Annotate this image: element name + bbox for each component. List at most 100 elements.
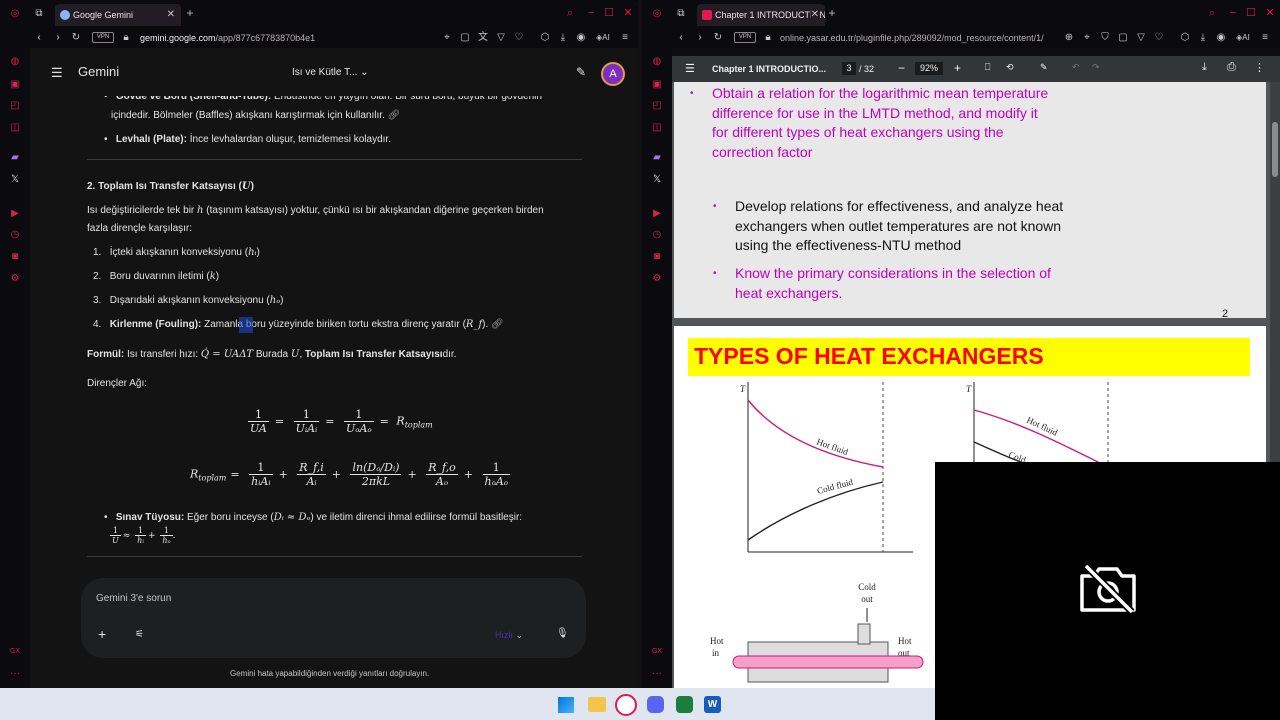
translate-icon[interactable]: 文 (476, 31, 490, 45)
zoom-level-input[interactable]: 92% (915, 62, 943, 75)
sidebar-pinboard-icon[interactable]: ◙ (9, 251, 21, 263)
tab-chapter-1[interactable]: Chapter 1 INTRODUCTION ✕ (697, 4, 825, 26)
sidebar-more-icon[interactable]: ··· (651, 668, 663, 680)
ai-icon[interactable]: ◈AI (592, 31, 614, 45)
sidebar-twitch-icon[interactable]: ▰ (9, 152, 21, 164)
menu-icon[interactable]: ≡ (1258, 31, 1272, 45)
tools-icon[interactable]: ⚟ (135, 628, 144, 642)
tab-google-gemini[interactable]: Google Gemini ✕ (55, 4, 181, 26)
pin-icon[interactable]: ⌖ (440, 31, 454, 45)
opera-logo-icon[interactable]: ◎ (650, 7, 664, 21)
lock-icon[interactable]: 🔒︎ (761, 31, 775, 45)
forward-icon[interactable]: › (693, 31, 707, 45)
redo-icon[interactable]: ↷ (1092, 62, 1100, 73)
opera-gx-taskbar-icon[interactable] (615, 694, 637, 716)
sidebar-gx-icon[interactable]: GX (651, 646, 663, 658)
reload-icon[interactable]: ↻ (69, 31, 83, 45)
snapshot-icon[interactable]: ▢ (458, 31, 472, 45)
new-chat-icon[interactable]: ✎ (576, 65, 586, 79)
heart-icon[interactable]: ♡ (512, 31, 526, 45)
lock-icon[interactable]: 🔒︎ (119, 31, 133, 45)
page-number-input[interactable]: 3 (842, 62, 856, 75)
sidebar-messenger-icon[interactable]: ◰ (9, 100, 21, 112)
shield-icon[interactable]: ⛉ (1098, 31, 1112, 45)
sidebar-workspace-icon[interactable]: ▣ (651, 79, 663, 91)
download-icon[interactable]: ⤓ (556, 31, 570, 45)
new-tab-button[interactable]: + (825, 6, 839, 20)
camera-icon[interactable]: ◉ (574, 31, 588, 45)
discord-icon[interactable] (647, 696, 664, 713)
sidebar-messenger-icon[interactable]: ◰ (651, 100, 663, 112)
sidebar-player-icon[interactable]: ▶ (651, 208, 663, 220)
source-link-icon[interactable]: 🔗︎ (491, 319, 504, 330)
new-tab-button[interactable]: + (183, 6, 197, 20)
pin-icon[interactable]: ⌖ (1080, 31, 1094, 45)
sidebar-history-icon[interactable]: ◷ (651, 229, 663, 241)
gemini-logo-text[interactable]: Gemini (78, 65, 119, 79)
avatar[interactable]: A (601, 62, 625, 86)
sidebar-aria-icon[interactable]: ◍ (651, 56, 663, 68)
sidebar-more-icon[interactable]: ··· (9, 668, 21, 680)
opera-logo-icon[interactable]: ◎ (8, 7, 22, 21)
reload-icon[interactable]: ↻ (711, 31, 725, 45)
forward-icon[interactable]: › (51, 31, 65, 45)
url-field[interactable]: gemini.google.com/app/877c67783870b4e1 (140, 30, 315, 46)
sidebar-aria-icon[interactable]: ◍ (9, 56, 21, 68)
back-icon[interactable]: ‹ (674, 31, 688, 45)
print-icon[interactable]: ⎙ (1227, 61, 1236, 74)
menu-icon[interactable]: ≡ (618, 31, 632, 45)
microphone-icon[interactable]: 🎙︎ (556, 627, 569, 641)
close-window-button[interactable]: ✕ (1261, 6, 1279, 20)
sidebar-instagram-icon[interactable]: ◫ (651, 122, 663, 134)
search-tabs-icon[interactable]: ⌕ (561, 6, 579, 20)
tracker-icon[interactable]: ▽ (1134, 31, 1148, 45)
close-tab-icon[interactable]: ✕ (167, 4, 175, 26)
zoom-icon[interactable]: ⊕ (1062, 31, 1076, 45)
close-window-button[interactable]: ✕ (619, 6, 637, 20)
add-file-icon[interactable]: + (98, 627, 106, 641)
extensions-icon[interactable]: ⬡ (538, 31, 552, 45)
maximize-button[interactable]: ☐ (1242, 6, 1260, 20)
sidebar-pinboard-icon[interactable]: ◙ (651, 251, 663, 263)
sidebar-instagram-icon[interactable]: ◫ (9, 122, 21, 134)
rotate-icon[interactable]: ⟲ (1006, 62, 1014, 73)
sidebar-settings-icon[interactable]: ⚙ (9, 273, 21, 285)
sidebar-x-icon[interactable]: 𝕏 (651, 174, 663, 186)
model-selector[interactable]: Hızlı ⌄ (495, 628, 523, 642)
ai-icon[interactable]: ◈AI (1232, 31, 1254, 45)
url-field[interactable]: online.yasar.edu.tr/pluginfile.php/28909… (780, 30, 1058, 46)
minimize-button[interactable]: − (582, 6, 600, 20)
sidebar-workspace-icon[interactable]: ▣ (9, 79, 21, 91)
fit-page-icon[interactable]: ⎕ (985, 62, 990, 73)
sidebar-x-icon[interactable]: 𝕏 (9, 174, 21, 186)
camera-icon[interactable]: ◉ (1214, 31, 1228, 45)
tracker-icon[interactable]: ▽ (494, 31, 508, 45)
sidebar-settings-icon[interactable]: ⚙ (651, 273, 663, 285)
file-explorer-icon[interactable] (588, 697, 606, 712)
back-icon[interactable]: ‹ (32, 31, 46, 45)
snapshot-icon[interactable]: ▢ (1116, 31, 1130, 45)
hamburger-menu-icon[interactable]: ☰ (51, 66, 63, 80)
scrollbar-thumb[interactable] (1272, 122, 1278, 177)
download-icon[interactable]: ⤓ (1202, 61, 1207, 74)
extensions-icon[interactable]: ⬡ (1178, 31, 1192, 45)
minimize-button[interactable]: − (1224, 6, 1242, 20)
sidebar-player-icon[interactable]: ▶ (9, 208, 21, 220)
word-icon[interactable]: W (704, 696, 721, 713)
close-tab-icon[interactable]: ✕ (810, 4, 819, 26)
maximize-button[interactable]: ☐ (600, 6, 618, 20)
tab-snapshot-icon[interactable]: ⧉ (674, 7, 688, 21)
annotate-icon[interactable]: ✎ (1040, 62, 1048, 73)
app-icon[interactable] (676, 696, 693, 713)
zoom-out-icon[interactable]: − (898, 61, 905, 75)
start-windows-icon[interactable] (558, 697, 574, 713)
chat-title[interactable]: Isı ve Kütle T... ⌄ (292, 66, 369, 80)
sidebar-gx-icon[interactable]: GX (9, 646, 21, 658)
sidebar-history-icon[interactable]: ◷ (9, 229, 21, 241)
zoom-in-icon[interactable]: + (954, 61, 961, 75)
tab-snapshot-icon[interactable]: ⧉ (32, 7, 46, 21)
source-link-icon[interactable]: 🔗︎ (388, 110, 401, 121)
vpn-badge[interactable]: VPN (92, 32, 114, 43)
download-icon[interactable]: ⤓ (1196, 31, 1210, 45)
sidebar-twitch-icon[interactable]: ▰ (651, 152, 663, 164)
